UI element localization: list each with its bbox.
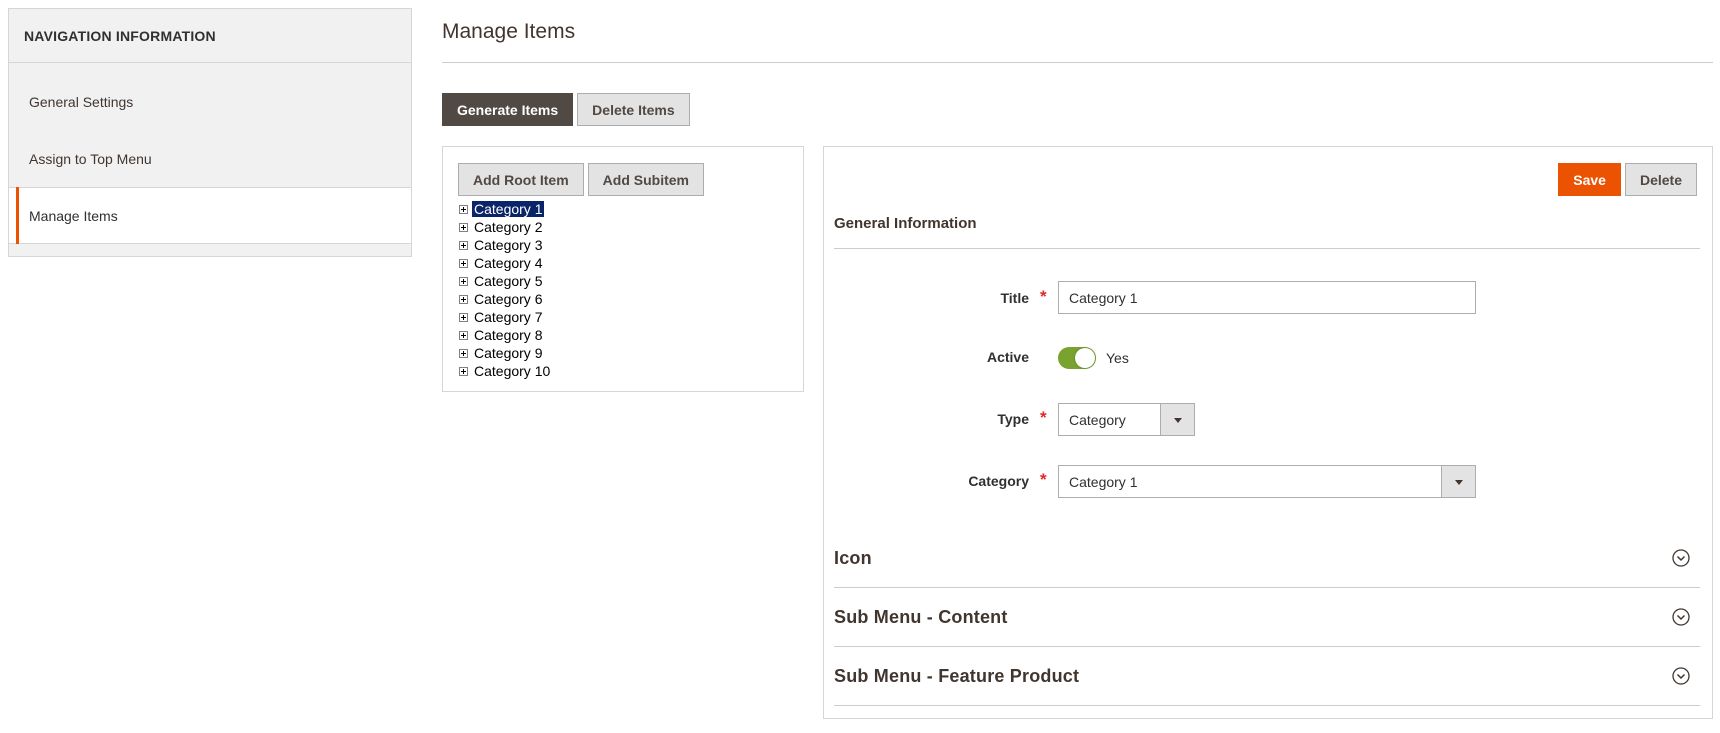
required-mark: * bbox=[1040, 408, 1047, 427]
tree-node[interactable]: Category 4 bbox=[459, 254, 552, 272]
tree-node[interactable]: Category 3 bbox=[459, 236, 552, 254]
page-title: Manage Items bbox=[442, 20, 576, 43]
tree-actions: Add Root Item Add Subitem bbox=[458, 163, 704, 196]
tree-node-label[interactable]: Category 6 bbox=[472, 291, 544, 307]
plus-box-icon[interactable] bbox=[459, 240, 468, 250]
sidebar-item-general-settings[interactable]: General Settings bbox=[9, 73, 411, 130]
tree-node[interactable]: Category 8 bbox=[459, 326, 552, 344]
navigation-sidebar: NAVIGATION INFORMATION General Settings … bbox=[8, 8, 412, 257]
tree-node[interactable]: Category 1 bbox=[459, 200, 552, 218]
required-mark: * bbox=[1040, 287, 1047, 306]
type-select[interactable]: Category bbox=[1058, 403, 1195, 436]
collapsible-sub-menu-content[interactable]: Sub Menu - Content bbox=[834, 588, 1700, 647]
chevron-down-circle-icon[interactable] bbox=[1672, 549, 1690, 567]
plus-box-icon[interactable] bbox=[459, 204, 468, 214]
collapsible-title: Icon bbox=[834, 547, 872, 568]
tree-node[interactable]: Category 10 bbox=[459, 362, 552, 380]
item-form-panel: Save Delete General Information Title * … bbox=[823, 146, 1713, 719]
sidebar-item-manage-items[interactable]: Manage Items bbox=[9, 187, 411, 244]
chevron-down-circle-icon[interactable] bbox=[1672, 667, 1690, 685]
plus-box-icon[interactable] bbox=[459, 222, 468, 232]
items-tree-panel: Add Root Item Add Subitem Category 1 Cat… bbox=[442, 146, 804, 392]
chevron-down-circle-icon[interactable] bbox=[1672, 608, 1690, 626]
collapsible-title: Sub Menu - Content bbox=[834, 606, 1008, 627]
type-label: Type bbox=[997, 411, 1029, 427]
tree-node[interactable]: Category 7 bbox=[459, 308, 552, 326]
plus-box-icon[interactable] bbox=[459, 312, 468, 322]
tree-node-label[interactable]: Category 3 bbox=[472, 237, 544, 253]
tree-node-label[interactable]: Category 4 bbox=[472, 255, 544, 271]
items-tree: Category 1 Category 2 Category 3 Categor… bbox=[459, 200, 552, 380]
tree-node-label[interactable]: Category 10 bbox=[472, 363, 552, 379]
sidebar-title: NAVIGATION INFORMATION bbox=[9, 9, 411, 63]
plus-box-icon[interactable] bbox=[459, 330, 468, 340]
add-root-item-button[interactable]: Add Root Item bbox=[458, 163, 584, 196]
tree-node-label[interactable]: Category 2 bbox=[472, 219, 544, 235]
tree-node-label[interactable]: Category 9 bbox=[472, 345, 544, 361]
required-mark: * bbox=[1040, 470, 1047, 489]
plus-box-icon[interactable] bbox=[459, 294, 468, 304]
tree-node-label[interactable]: Category 8 bbox=[472, 327, 544, 343]
plus-box-icon[interactable] bbox=[459, 366, 468, 376]
tree-node[interactable]: Category 6 bbox=[459, 290, 552, 308]
collapsible-icon-section[interactable]: Icon bbox=[834, 529, 1700, 588]
title-input[interactable]: Category 1 bbox=[1058, 281, 1476, 314]
plus-box-icon[interactable] bbox=[459, 258, 468, 268]
collapsible-title: Sub Menu - Feature Product bbox=[834, 665, 1080, 686]
active-toggle[interactable] bbox=[1058, 347, 1096, 369]
caret-down-icon[interactable] bbox=[1441, 466, 1475, 497]
plus-box-icon[interactable] bbox=[459, 348, 468, 358]
save-button[interactable]: Save bbox=[1558, 163, 1621, 196]
category-label: Category bbox=[968, 473, 1029, 489]
sidebar-item-assign-to-top-menu[interactable]: Assign to Top Menu bbox=[9, 130, 411, 187]
section-title-general-information: General Information bbox=[834, 215, 977, 232]
generate-items-button[interactable]: Generate Items bbox=[442, 93, 574, 126]
collapsible-sub-menu-feature-product[interactable]: Sub Menu - Feature Product bbox=[834, 647, 1700, 706]
tree-node[interactable]: Category 9 bbox=[459, 344, 552, 362]
delete-button[interactable]: Delete bbox=[1624, 163, 1697, 196]
tree-node-label[interactable]: Category 5 bbox=[472, 273, 544, 289]
caret-down-icon[interactable] bbox=[1160, 404, 1194, 435]
tree-node[interactable]: Category 5 bbox=[459, 272, 552, 290]
active-label: Active bbox=[986, 349, 1029, 365]
tree-node[interactable]: Category 2 bbox=[459, 218, 552, 236]
title-label: Title bbox=[1000, 290, 1029, 306]
tree-node-label[interactable]: Category 1 bbox=[470, 200, 546, 218]
plus-box-icon[interactable] bbox=[459, 276, 468, 286]
toggle-knob bbox=[1075, 348, 1095, 368]
category-select[interactable]: Category 1 bbox=[1058, 465, 1476, 498]
top-actions: Generate Items Delete Items bbox=[442, 93, 690, 126]
active-toggle-value: Yes bbox=[1106, 350, 1129, 366]
delete-items-button[interactable]: Delete Items bbox=[577, 93, 690, 126]
title-divider bbox=[442, 62, 1713, 63]
type-select-value: Category bbox=[1069, 411, 1126, 428]
tree-node-label[interactable]: Category 7 bbox=[472, 309, 544, 325]
section-divider bbox=[834, 248, 1700, 249]
add-subitem-button[interactable]: Add Subitem bbox=[587, 163, 704, 196]
form-actions: Save Delete bbox=[1558, 163, 1697, 196]
category-select-value: Category 1 bbox=[1069, 473, 1138, 490]
